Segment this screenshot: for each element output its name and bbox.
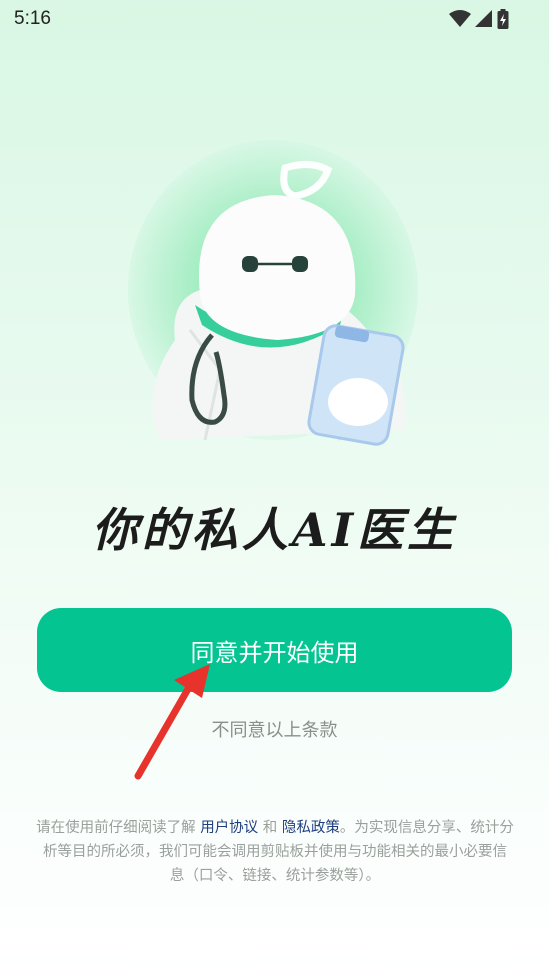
headline: 你的私人AI医生 (91, 503, 458, 557)
signal-icon (475, 10, 492, 27)
doctor-robot-mascot-image (152, 161, 406, 446)
privacy-policy-link[interactable]: 隐私政策 (282, 820, 340, 836)
privacy-notice: 请在使用前仔细阅读了解 用户协议 和 隐私政策。为实现信息分享、统计分析等目的所… (36, 816, 514, 888)
status-bar: 5:16 (0, 0, 549, 38)
user-agreement-link[interactable]: 用户协议 (200, 820, 258, 836)
decline-link[interactable]: 不同意以上条款 (0, 716, 549, 742)
status-time: 5:16 (14, 8, 51, 29)
battery-charging-icon (497, 9, 509, 29)
agree-and-start-button[interactable]: 同意并开始使用 (37, 608, 512, 692)
notice-and: 和 (262, 820, 278, 836)
wifi-icon (449, 10, 471, 27)
status-icons (449, 9, 509, 29)
hero-illustration (120, 140, 430, 470)
notice-prefix: 请在使用前仔细阅读了解 (36, 820, 196, 836)
